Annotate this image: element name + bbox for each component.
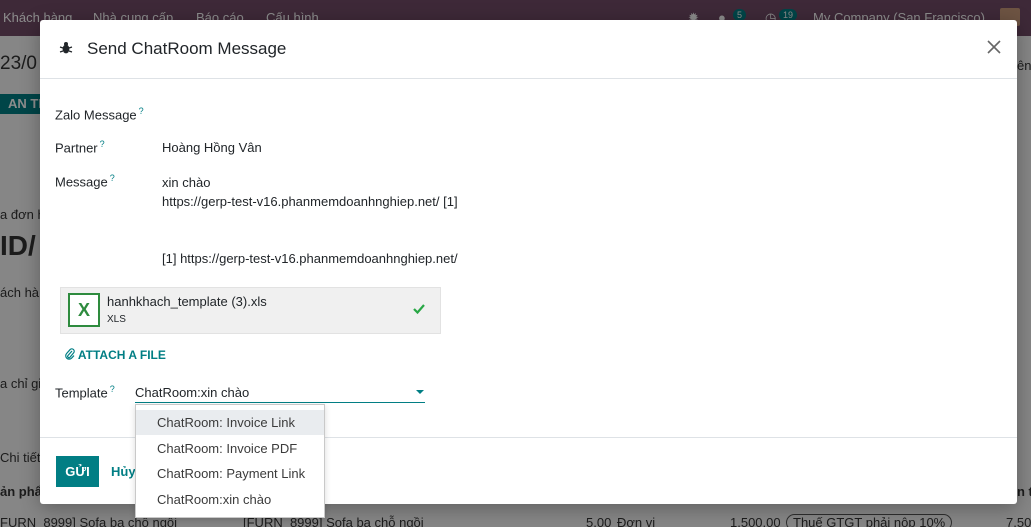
dialog-header: Send ChatRoom Message	[40, 20, 1017, 79]
message-line: [1] https://gerp-test-v16.phanmemdoanhng…	[162, 251, 458, 266]
send-button[interactable]: GỬI	[56, 456, 99, 487]
dropdown-option[interactable]: ChatRoom:xin chào	[136, 487, 324, 512]
partner-value[interactable]: Hoàng Hồng Vân	[162, 140, 262, 155]
template-select-input[interactable]	[135, 382, 425, 403]
message-line	[162, 211, 458, 230]
help-tooltip-icon[interactable]: ?	[110, 173, 115, 183]
message-body[interactable]: xin chào https://gerp-test-v16.phanmemdo…	[162, 173, 458, 268]
message-line: https://gerp-test-v16.phanmemdoanhnghiep…	[162, 194, 458, 209]
attach-file-button[interactable]: ATTACH A FILE	[65, 348, 166, 362]
partner-label: Partner?	[55, 139, 105, 156]
excel-file-icon: X	[68, 293, 100, 327]
cancel-button[interactable]: Hủy	[111, 464, 136, 479]
close-icon[interactable]	[984, 37, 1004, 57]
message-line: xin chào	[162, 175, 211, 190]
dropdown-option[interactable]: ChatRoom: Payment Link	[136, 461, 324, 486]
help-tooltip-icon[interactable]: ?	[110, 384, 115, 394]
bug-icon	[59, 42, 73, 54]
message-label: Message?	[55, 173, 115, 190]
dialog-title: Send ChatRoom Message	[87, 39, 287, 58]
zalo-message-label: Zalo Message?	[55, 106, 144, 123]
dropdown-option[interactable]: ChatRoom: Invoice PDF	[136, 436, 324, 461]
template-dropdown-menu: ChatRoom: Invoice Link ChatRoom: Invoice…	[135, 404, 325, 518]
check-icon	[413, 304, 425, 315]
attachment-card[interactable]: X hanhkhach_template (3).xls XLS	[60, 287, 441, 334]
paperclip-icon	[65, 348, 75, 360]
attachment-name: hanhkhach_template (3).xls	[107, 294, 267, 309]
message-line	[162, 230, 458, 249]
help-tooltip-icon[interactable]: ?	[139, 106, 144, 116]
attachment-ext: XLS	[107, 314, 126, 325]
help-tooltip-icon[interactable]: ?	[100, 139, 105, 149]
template-label: Template?	[55, 384, 115, 401]
dropdown-option[interactable]: ChatRoom: Invoice Link	[136, 410, 324, 435]
chevron-down-icon[interactable]	[416, 390, 424, 394]
